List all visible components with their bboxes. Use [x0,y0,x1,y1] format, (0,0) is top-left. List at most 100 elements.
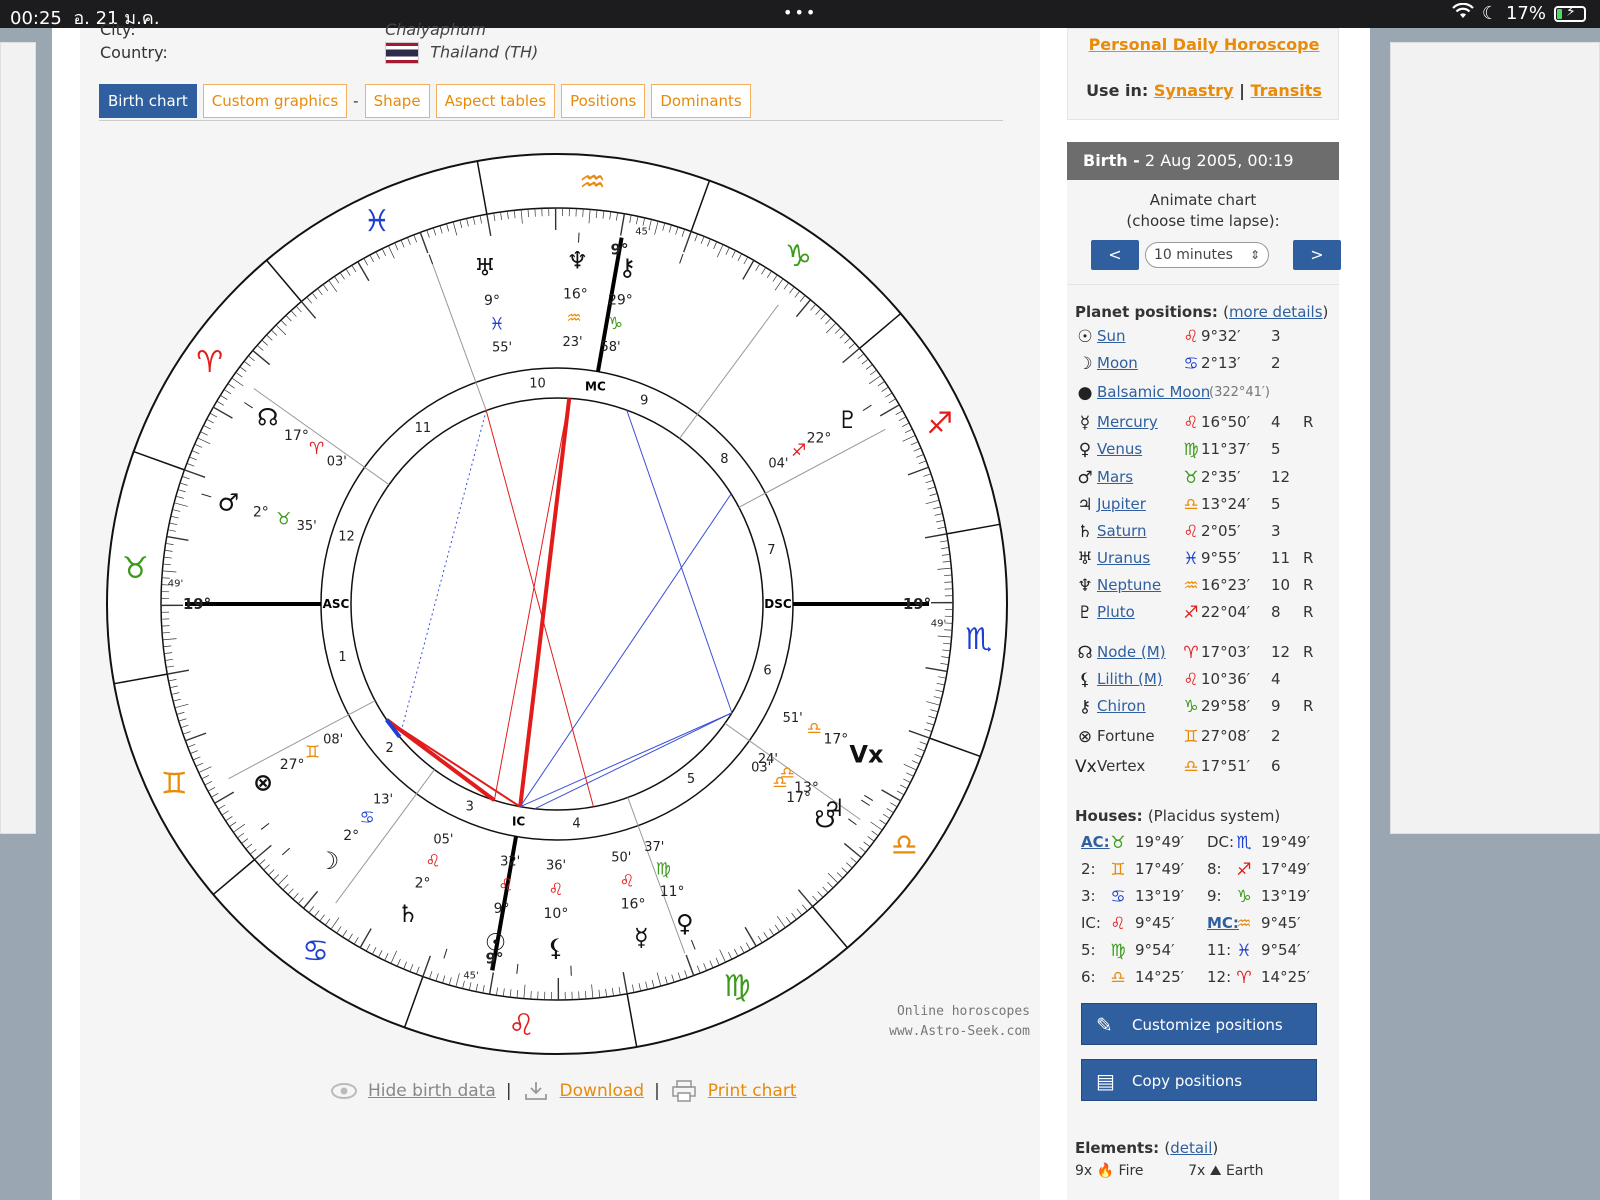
tab-aspect-tables[interactable]: Aspect tables [435,84,556,118]
planet-house: 6 [1271,757,1281,775]
house-cusp-row: AC: ♉ 19°49′ [1081,833,1207,857]
tab-dominants[interactable]: Dominants [651,84,751,118]
planet-row: ♅ Uranus ♓ 9°55′ 11 R [1075,549,1335,573]
sign-glyph-icon: ♌ [1183,522,1199,542]
sidebar: Personal Daily Horoscope Use in: Synastr… [1067,28,1347,1200]
synastry-link[interactable]: Synastry [1154,81,1234,100]
planet-name[interactable]: Jupiter [1097,495,1146,513]
planet-minutes: 03' [327,455,347,470]
house-degree: 9°54′ [1135,941,1175,959]
house-cusp-row: IC: ♌ 9°45′ [1081,914,1207,938]
chevron-updown-icon: ⇕ [1249,248,1260,262]
planet-name[interactable]: Node (M) [1097,643,1166,661]
planet-glyph-icon: ☊ [257,404,278,432]
animate-prev-button[interactable]: < [1091,240,1139,270]
more-details-link[interactable]: more details [1229,303,1323,321]
left-side-panel [0,42,36,834]
planet-glyph-icon: ♆ [567,247,589,275]
planet-glyph-icon: ⚸ [1078,670,1092,690]
wifi-icon [1452,2,1474,24]
planet-glyph-icon: ⊗ [1077,727,1093,747]
planet-name[interactable]: Venus [1097,440,1142,458]
planet-row: ☊ Node (M) ♈ 17°03′ 12 R [1075,643,1335,667]
house-degree: 14°25′ [1135,968,1185,986]
sign-glyph-icon: ♉ [1110,833,1126,853]
planet-name[interactable]: Uranus [1097,549,1150,567]
planet-name[interactable]: Chiron [1097,697,1146,715]
planet-name[interactable]: Sun [1097,327,1126,345]
axis-minutes-asc: 49' [168,579,183,590]
planet-row: ♆ Neptune ♒ 16°23′ 10 R [1075,576,1335,600]
axis-degree-dsc: 19° [903,595,931,613]
planet-name[interactable]: Lilith (M) [1097,670,1163,688]
links-separator: | [654,1081,660,1101]
house-label: 12: [1207,968,1232,986]
chart-tabs: Birth chart Custom graphics - Shape Aspe… [99,84,751,118]
sign-glyph-icon: ♊ [1183,727,1199,747]
natal-chart-wheel[interactable]: ♈♉♊♋♌♍♎♏♐♑♒♓123456789101112ASCICDSCMC19°… [97,144,1017,1064]
house-cusp-row: 3: ♋ 13°19′ [1081,887,1207,911]
axis-label-asc: ASC [323,597,350,611]
planet-degree: 9°55′ [1201,549,1241,567]
planet-name[interactable]: Mars [1097,468,1133,486]
planet-glyph-icon: ☽ [318,847,340,875]
axis-minutes-mc: 45' [635,226,650,237]
sign-glyph-icon: ♍ [1183,440,1199,460]
hide-birth-data-link[interactable]: Hide birth data [368,1081,496,1101]
tab-birth-chart[interactable]: Birth chart [99,84,197,118]
house-label: 5: [1081,941,1096,959]
sign-glyph-icon: ♑ [608,314,623,334]
planet-row: ♇ Pluto ♐ 22°04′ 8 R [1075,603,1335,627]
planet-glyph-icon: ☊ [1077,643,1093,663]
planet-name[interactable]: Mercury [1097,413,1158,431]
birth-datetime: 2 Aug 2005, 00:19 [1144,151,1294,170]
copy-positions-button[interactable]: ▤ Copy positions [1081,1059,1317,1101]
sign-glyph-icon: ♉ [1183,468,1199,488]
house-number: 9 [640,393,648,408]
transits-link[interactable]: Transits [1251,81,1322,100]
tab-shape[interactable]: Shape [364,84,430,118]
sign-glyph-icon: ♊ [305,743,320,763]
tab-positions[interactable]: Positions [561,84,646,118]
planet-house: 11 [1271,549,1291,567]
planet-house: 5 [1271,440,1281,458]
time-lapse-select[interactable]: 10 minutes ⇕ [1145,242,1269,268]
personal-daily-horoscope-link[interactable]: Personal Daily Horoscope [1068,35,1340,54]
axis-label-mc: MC [585,379,606,393]
house-number: 5 [687,772,695,787]
planet-glyph-icon: ☉ [485,928,507,956]
download-link[interactable]: Download [560,1081,645,1101]
planet-row: ☿ Mercury ♌ 16°50′ 4 R [1075,413,1335,437]
axis-minutes-ic: 45' [463,971,478,982]
thailand-flag-icon [385,42,420,64]
battery-percent: 17% [1505,3,1546,24]
print-chart-link[interactable]: Print chart [708,1081,797,1101]
planet-degree: 17° [823,731,848,747]
sign-glyph-icon: ♋ [359,808,374,828]
planet-name[interactable]: Neptune [1097,576,1161,594]
multitask-dots[interactable]: ••• [783,3,817,22]
elements-detail-link[interactable]: detail [1170,1139,1212,1157]
planet-name[interactable]: Pluto [1097,603,1135,621]
sign-glyph-icon: ♌ [1183,413,1199,433]
planet-name[interactable]: Moon [1097,354,1138,372]
city-label: City: [100,20,136,39]
planet-name[interactable]: Balsamic Moon [1097,383,1210,401]
right-side-panel [1390,42,1600,834]
planet-glyph-icon: ♆ [1077,576,1093,596]
planet-glyph-icon: ♂ [218,488,240,516]
planet-degree: 10° [544,906,569,922]
planet-degree: 11°37′ [1201,440,1251,458]
house-label[interactable]: AC: [1081,833,1110,851]
planet-degree: 2°35′ [1201,468,1241,486]
customize-positions-button[interactable]: ✎ Customize positions [1081,1003,1317,1045]
sign-glyph-icon: ♎ [772,773,787,793]
planet-house: 12 [1271,468,1291,486]
sign-glyph-icon: ♈ [1236,968,1252,988]
city-value: Chaiyaphum [385,20,486,39]
tab-custom-graphics[interactable]: Custom graphics [202,84,348,118]
animate-next-button[interactable]: > [1293,240,1341,270]
planet-glyph-icon: ☉ [1077,327,1093,347]
zodiac-sign-glyph: ♎ [891,828,918,863]
planet-name[interactable]: Saturn [1097,522,1147,540]
